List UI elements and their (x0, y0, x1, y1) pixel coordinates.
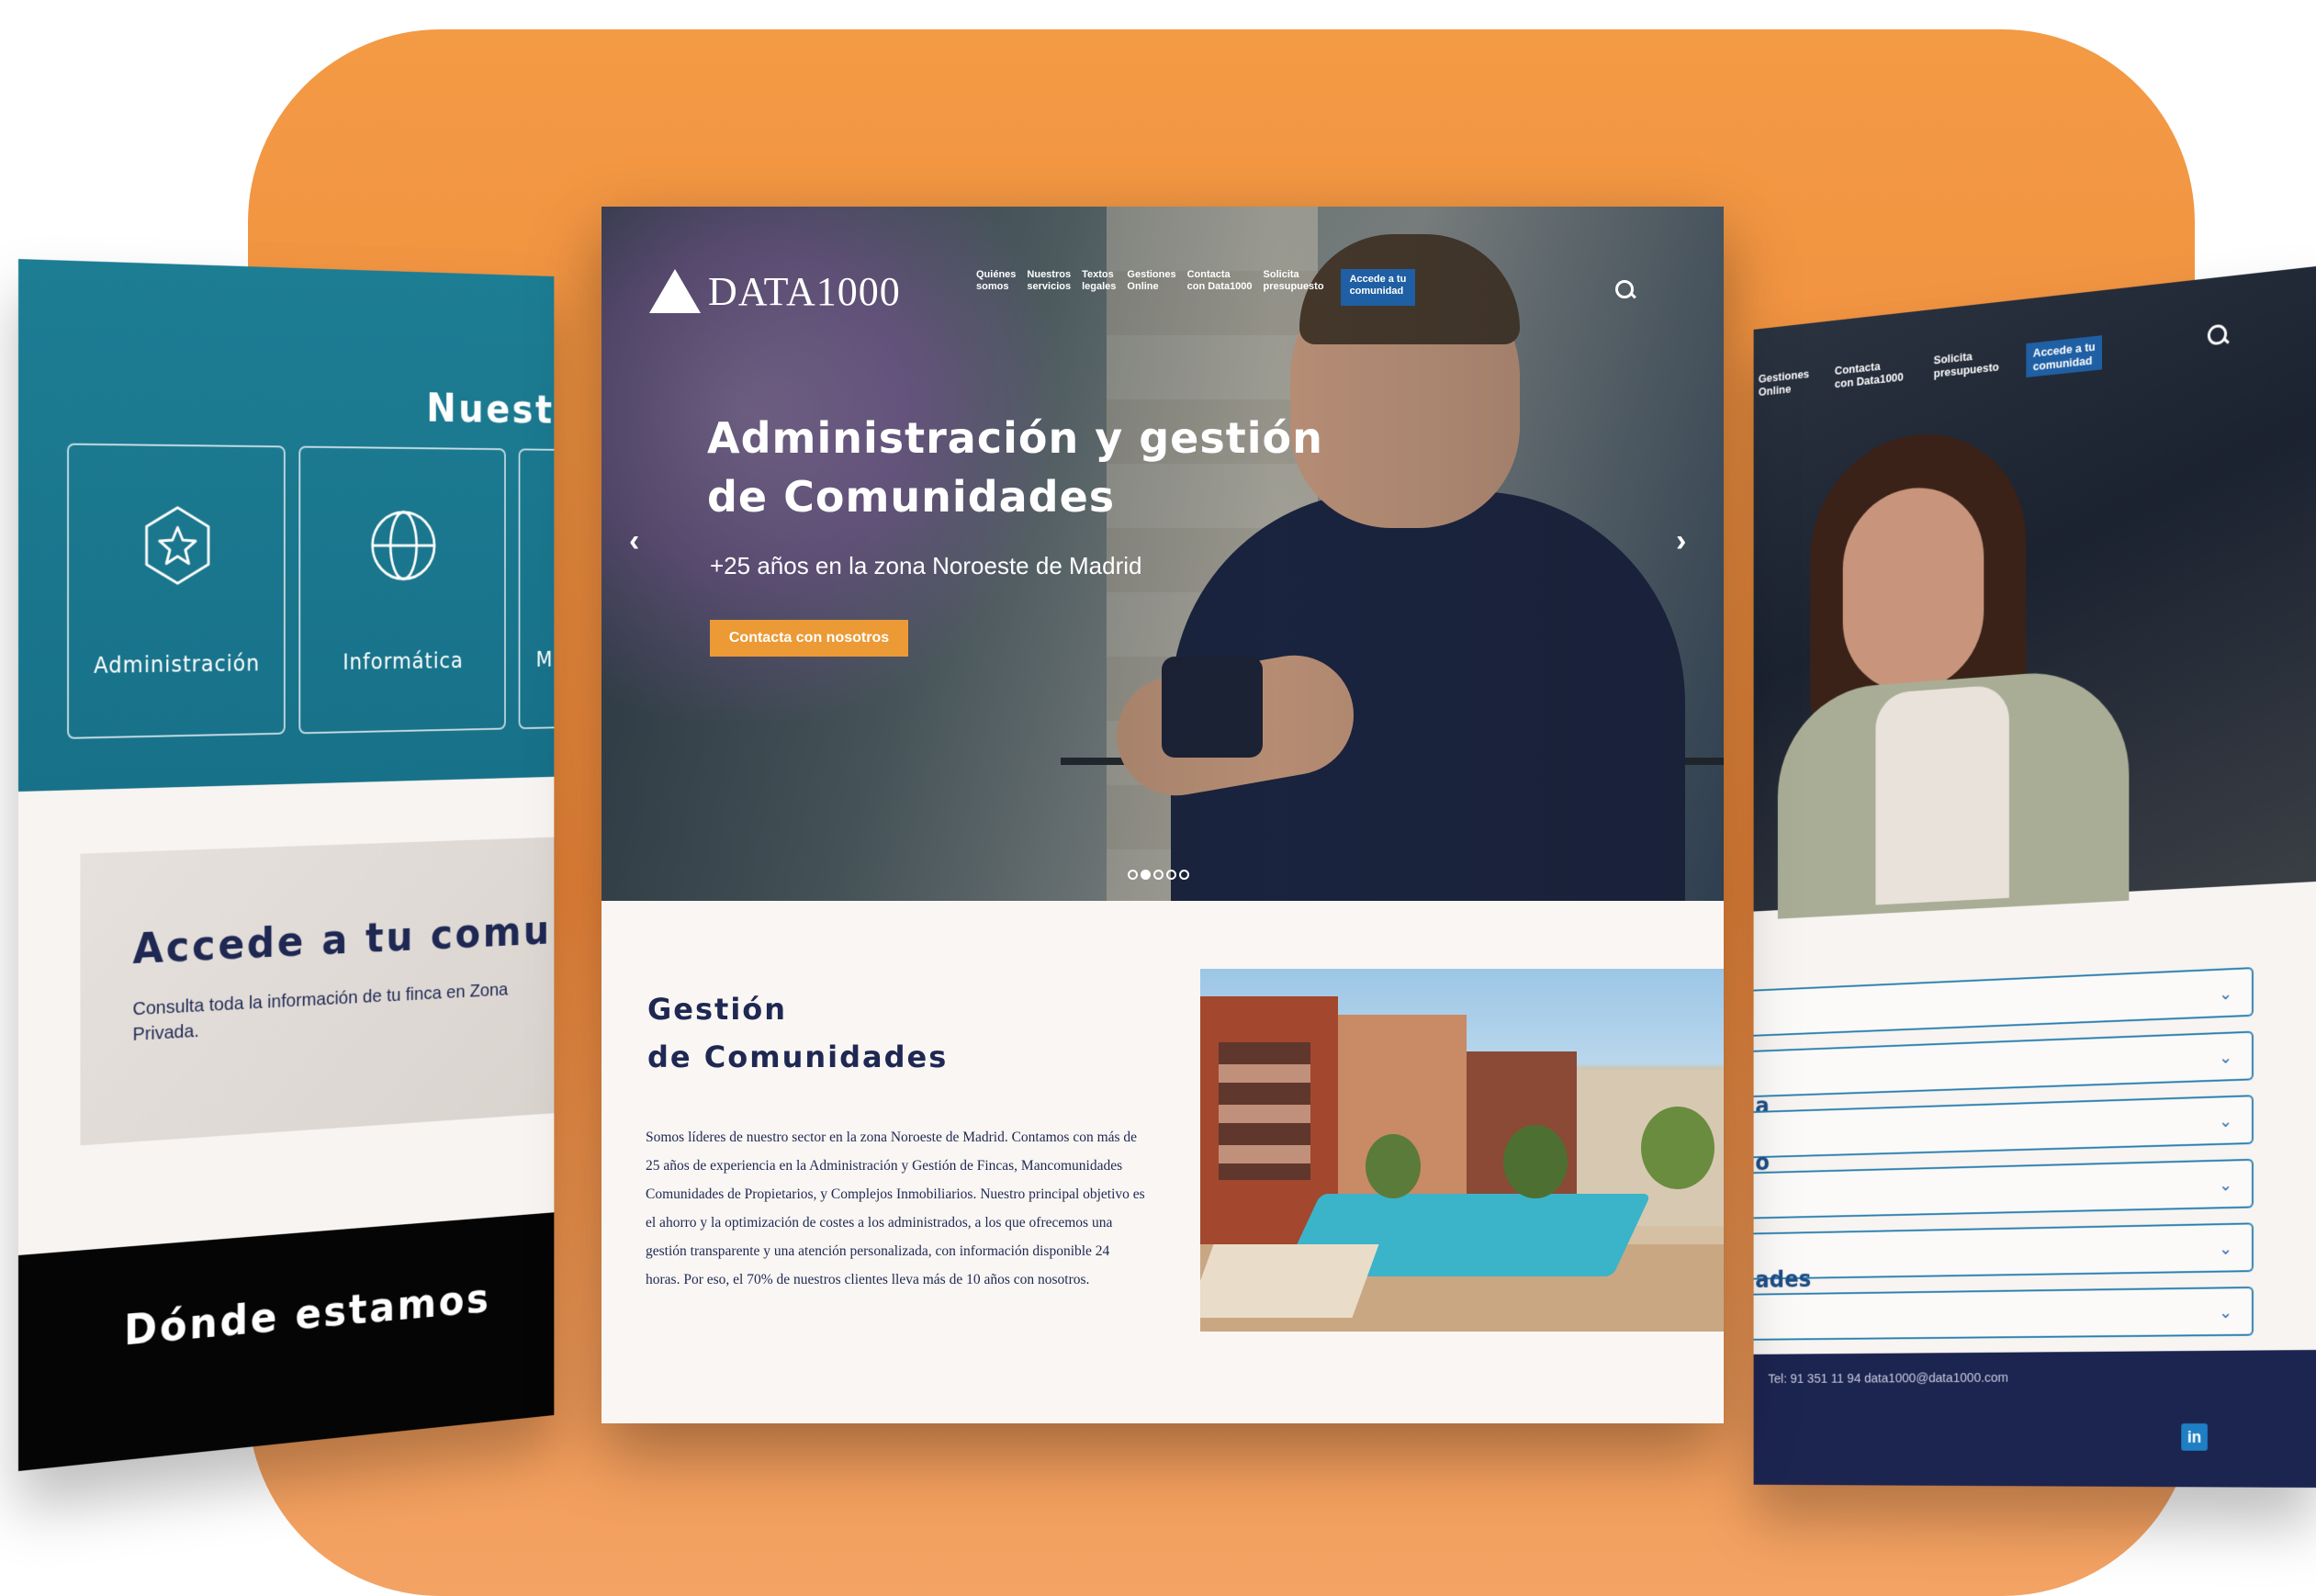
form-label: ades (1755, 1266, 1812, 1294)
star-badge-icon (136, 502, 219, 590)
nav-contacta[interactable]: Contacta con Data1000 (1835, 357, 1904, 390)
slider-dots (1128, 870, 1189, 880)
left-page-mockup: Nuestr Administración Informática Ma co … (18, 259, 555, 1471)
service-label: Administración (94, 650, 261, 679)
nav-gestiones-online[interactable]: Gestiones Online (1759, 367, 1809, 399)
residential-complex-photo (1200, 969, 1724, 1332)
slider-dot[interactable] (1166, 870, 1176, 880)
form-select[interactable]: ⌄ (1753, 967, 2254, 1037)
service-label: Ma co (535, 646, 555, 672)
footer: Tel: 91 351 11 94 data1000@data1000.com … (1753, 1350, 2316, 1488)
slider-dot[interactable] (1179, 870, 1189, 880)
service-card-informatica[interactable]: Informática (298, 445, 506, 735)
nav-solicita-presupuesto[interactable]: Solicita presupuesto (1264, 269, 1335, 306)
linkedin-icon[interactable]: in (2181, 1423, 2208, 1451)
form-select[interactable]: ⌄ (1753, 1095, 2254, 1159)
slider-dot[interactable] (1141, 870, 1151, 880)
chevron-down-icon: ⌄ (2219, 1303, 2232, 1322)
search-icon[interactable] (1615, 280, 1634, 298)
nav-accede-button[interactable]: Accede a tu comunidad (2026, 335, 2103, 378)
chevron-down-icon: ⌄ (2219, 1048, 2232, 1067)
service-card-administracion[interactable]: Administración (67, 443, 286, 739)
form-select[interactable]: ⌄ (1753, 1158, 2254, 1219)
globe-icon (365, 503, 443, 588)
services-heading: Nuestr (426, 386, 555, 433)
main-nav: Quiénes somos Nuestros servicios Textos … (976, 269, 1416, 306)
form-select[interactable]: ⌄ (1753, 1286, 2254, 1341)
section-body: Somos líderes de nuestro sector en la zo… (646, 1130, 1145, 1287)
service-label: Informática (343, 648, 464, 675)
hero-subtitle: +25 años en la zona Noroeste de Madrid (710, 552, 1142, 579)
nav-textos-legales[interactable]: Textos legales (1082, 269, 1127, 306)
nav-contacta[interactable]: Contacta con Data1000 (1187, 269, 1264, 306)
chevron-down-icon: ⌄ (2219, 1239, 2232, 1258)
nav-nuestros-servicios[interactable]: Nuestros servicios (1027, 269, 1082, 306)
service-card-partial[interactable]: Ma co (518, 448, 555, 730)
slider-dot[interactable] (1128, 870, 1138, 880)
chevron-down-icon: ⌄ (2219, 1175, 2232, 1195)
hero-title: Administración y gestión de Comunidades (707, 413, 1323, 522)
chevron-down-icon: ⌄ (2219, 1111, 2232, 1131)
main-page-mockup: DATA1000 Quiénes somos Nuestros servicio… (601, 207, 1724, 1423)
form-select[interactable]: ⌄ (1753, 1030, 2254, 1097)
slider-next-icon[interactable]: › (1676, 523, 1686, 559)
slider-prev-icon[interactable]: ‹ (629, 523, 639, 559)
nav-solicita[interactable]: Solicita presupuesto (1934, 346, 1999, 379)
data1000-logo[interactable]: DATA1000 (649, 264, 901, 319)
hero-slider: DATA1000 Quiénes somos Nuestros servicio… (601, 207, 1724, 901)
footer-contact-info: Tel: 91 351 11 94 data1000@data1000.com (1768, 1370, 2008, 1387)
section-title: Gestión de Comunidades (647, 992, 949, 1074)
chevron-down-icon: ⌄ (2219, 983, 2232, 1004)
nav-accede-button[interactable]: Accede a tu comunidad (1340, 269, 1416, 306)
contact-cta-button[interactable]: Contacta con nosotros (710, 620, 908, 657)
form-select[interactable]: ⌄ (1753, 1222, 2254, 1280)
nav-gestiones-online[interactable]: Gestiones Online (1127, 269, 1186, 306)
nav-quienes-somos[interactable]: Quiénes somos (976, 269, 1027, 306)
logo-triangle-icon (649, 269, 701, 313)
logo-text: DATA1000 (708, 268, 901, 314)
slider-dot[interactable] (1153, 870, 1164, 880)
right-page-mockup: Gestiones Online Contacta con Data1000 S… (1753, 266, 2316, 1488)
